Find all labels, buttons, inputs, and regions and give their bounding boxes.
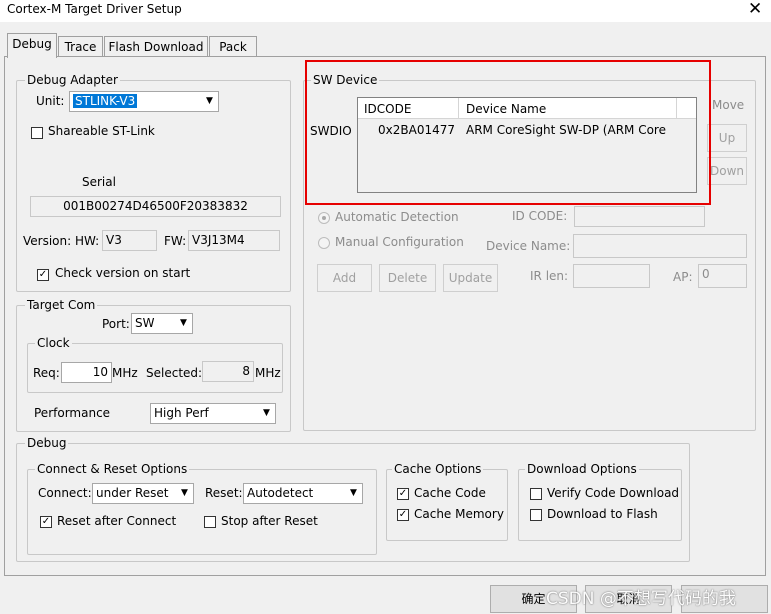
id-code-field[interactable]	[574, 206, 705, 227]
add-button[interactable]: Add	[317, 264, 372, 292]
serial-field: 001B00274D46500F20383832	[30, 196, 281, 217]
reset-after-connect-label: Reset after Connect	[57, 514, 177, 528]
req-unit: MHz	[112, 366, 138, 380]
ap-label: AP:	[673, 270, 693, 284]
chevron-down-icon: ▼	[177, 485, 192, 502]
version-hw-field: V3	[102, 230, 157, 251]
highlight-box	[305, 60, 711, 205]
cache-code-label: Cache Code	[414, 486, 486, 500]
debug-adapter-legend: Debug Adapter	[25, 73, 120, 87]
cache-options-legend: Cache Options	[392, 462, 484, 476]
stop-after-reset-label: Stop after Reset	[221, 514, 318, 528]
port-label: Port:	[102, 317, 130, 331]
automatic-detection-radio[interactable]	[318, 212, 330, 224]
shareable-checkbox[interactable]	[31, 127, 43, 139]
chevron-down-icon: ▼	[202, 93, 217, 110]
id-code-label: ID CODE:	[512, 209, 568, 223]
connect-value: under Reset	[96, 486, 169, 500]
device-name-label: Device Name:	[486, 239, 571, 253]
unit-value: STLINK-V3	[73, 94, 138, 108]
unit-label: Unit:	[36, 94, 65, 108]
version-fw-field: V3J13M4	[188, 230, 280, 251]
serial-label: Serial	[82, 175, 116, 189]
selected-unit: MHz	[255, 366, 281, 380]
performance-combo[interactable]: High Perf ▼	[150, 403, 276, 424]
verify-code-label: Verify Code Download	[547, 486, 679, 500]
ap-field[interactable]: 0	[698, 264, 747, 288]
reset-after-connect-checkbox[interactable]: ✓	[40, 516, 52, 528]
download-flash-checkbox[interactable]	[530, 509, 542, 521]
version-hw-label: Version: HW:	[23, 234, 100, 248]
tab-pack[interactable]: Pack	[209, 36, 257, 57]
move-label: Move	[712, 98, 745, 112]
performance-label: Performance	[34, 406, 111, 420]
ir-len-field[interactable]	[573, 264, 650, 288]
verify-code-checkbox[interactable]	[530, 488, 542, 500]
ir-len-label: IR len:	[530, 269, 569, 283]
port-value: SW	[135, 316, 155, 330]
manual-config-label: Manual Configuration	[335, 235, 464, 249]
check-version-checkbox[interactable]: ✓	[37, 269, 49, 281]
window-title: Cortex-M Target Driver Setup	[7, 2, 182, 16]
tab-debug[interactable]: Debug	[7, 33, 57, 58]
unit-combo[interactable]: STLINK-V3 ▼	[69, 91, 219, 112]
automatic-detection-label: Automatic Detection	[335, 210, 459, 224]
shareable-label: Shareable ST-Link	[48, 124, 155, 138]
watermark: CSDN @不想写代码的我	[546, 589, 736, 609]
cache-memory-checkbox[interactable]: ✓	[397, 509, 409, 521]
chevron-down-icon: ▼	[346, 485, 361, 502]
reset-label: Reset:	[205, 486, 243, 500]
tab-trace[interactable]: Trace	[58, 36, 103, 57]
chevron-down-icon: ▼	[176, 315, 191, 332]
reset-value: Autodetect	[247, 486, 314, 500]
move-up-button[interactable]: Up	[707, 124, 747, 152]
target-com-legend: Target Com	[25, 298, 98, 312]
update-button[interactable]: Update	[443, 264, 498, 292]
performance-value: High Perf	[154, 406, 209, 420]
port-combo[interactable]: SW ▼	[131, 313, 193, 334]
cache-options-group	[386, 469, 508, 541]
download-options-legend: Download Options	[525, 462, 639, 476]
req-input[interactable]: 10	[61, 362, 112, 383]
clock-legend: Clock	[35, 336, 72, 350]
connect-combo[interactable]: under Reset ▼	[92, 483, 194, 504]
chevron-down-icon: ▼	[259, 405, 274, 422]
selected-label: Selected:	[146, 366, 203, 380]
move-down-button[interactable]: Down	[707, 157, 747, 185]
close-icon[interactable]: ✕	[748, 0, 762, 19]
manual-config-radio[interactable]	[318, 237, 330, 249]
connect-reset-group	[27, 469, 377, 555]
selected-field: 8	[202, 361, 254, 382]
connect-reset-legend: Connect & Reset Options	[35, 462, 190, 476]
cache-code-checkbox[interactable]: ✓	[397, 488, 409, 500]
download-options-group	[518, 469, 682, 541]
reset-combo[interactable]: Autodetect ▼	[243, 483, 363, 504]
delete-button[interactable]: Delete	[379, 264, 436, 292]
device-name-field[interactable]	[573, 234, 747, 258]
connect-label: Connect:	[38, 486, 92, 500]
tab-flash-download[interactable]: Flash Download	[104, 36, 208, 57]
debug-legend: Debug	[25, 436, 69, 450]
cache-memory-label: Cache Memory	[414, 507, 504, 521]
stop-after-reset-checkbox[interactable]	[204, 516, 216, 528]
version-fw-label: FW:	[164, 234, 187, 248]
download-flash-label: Download to Flash	[547, 507, 658, 521]
req-label: Req:	[33, 366, 60, 380]
check-version-label: Check version on start	[55, 266, 191, 280]
